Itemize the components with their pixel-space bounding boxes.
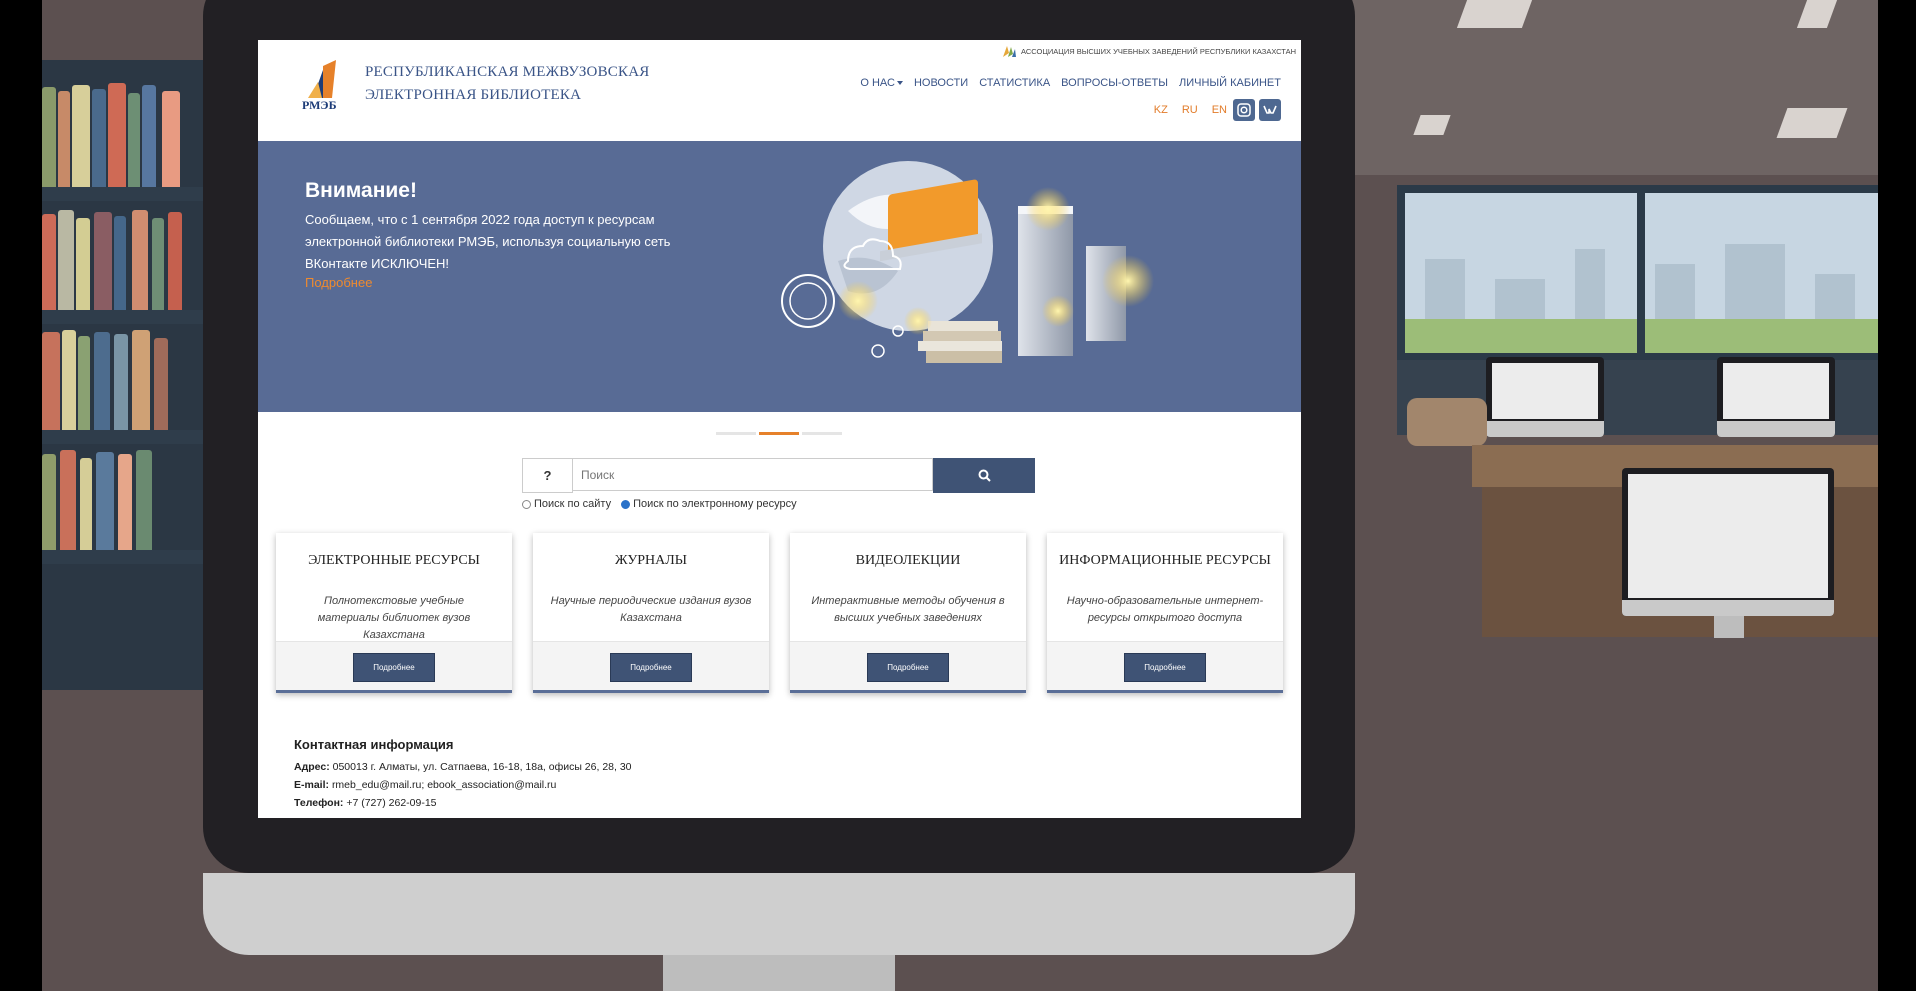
association-link[interactable]: АССОЦИАЦИЯ ВЫСШИХ УЧЕБНЫХ ЗАВЕДЕНИЙ РЕСП… [1001,44,1296,58]
background-monitor [1717,357,1835,437]
phone-label: Телефон: [294,797,344,809]
card-more-button[interactable]: Подробнее [353,653,435,682]
monitor-stand [1714,616,1744,638]
search-button[interactable] [933,458,1035,493]
nav-news[interactable]: НОВОСТИ [914,77,968,89]
card-title: ИНФОРМАЦИОННЫЕ РЕСУРСЫ [1059,553,1271,568]
radio-resource-label: Поиск по электронному ресурсу [633,498,797,510]
site-title-line1: РЕСПУБЛИКАНСКАЯ МЕЖВУЗОВСКАЯ [365,64,650,80]
background-monitor [1486,357,1604,437]
search-input[interactable] [572,458,933,491]
carousel-dot-2[interactable] [759,432,799,435]
card-desc: Полнотекстовые учебные материалы библиот… [317,595,471,641]
card-footer: Подробнее [276,641,512,690]
background-monitor [1622,468,1834,616]
imac-chin [203,873,1355,955]
email-value[interactable]: rmeb_edu@mail.ru; ebook_association@mail… [332,779,556,791]
contact-email: E-mail: rmeb_edu@mail.ru; ebook_associat… [294,776,632,794]
card-information-resources: ИНФОРМАЦИОННЫЕ РЕСУРСЫ Научно-образовате… [1047,533,1283,693]
shelf-board [42,310,207,324]
banner-text: Сообщаем, что с 1 сентября 2022 года дос… [305,212,671,271]
carousel-dot-1[interactable] [716,432,756,435]
search-icon [978,469,991,482]
rmeb-logo-icon[interactable] [308,60,338,98]
association-text: АССОЦИАЦИЯ ВЫСШИХ УЧЕБНЫХ ЗАВЕДЕНИЙ РЕСП… [1020,46,1296,56]
card-more-button[interactable]: Подробнее [1124,653,1206,682]
radio-selected-icon [621,499,631,509]
logo-abbr: РМЭБ [302,98,337,112]
card-title: ЖУРНАЛЫ [615,553,687,568]
site-header: РМЭБ РЕСПУБЛИКАНСКАЯ МЕЖВУЗОВСКАЯ ЭЛЕКТР… [258,40,1301,141]
card-desc: Интерактивные методы обучения в высших у… [811,595,1005,624]
window [1397,185,1878,360]
instagram-icon[interactable] [1233,99,1255,121]
nav-about-label: О НАС [860,77,895,89]
nav-about[interactable]: О НАС [860,77,903,89]
site-title[interactable]: РЕСПУБЛИКАНСКАЯ МЕЖВУЗОВСКАЯ ЭЛЕКТРОННАЯ… [365,61,665,107]
association-logo-icon [1002,46,1016,57]
resource-cards: ЭЛЕКТРОННЫЕ РЕСУРСЫ Полнотекстовые учебн… [276,533,1283,693]
language-switcher: KZ RU EN [1154,99,1281,121]
nav-stats[interactable]: СТАТИСТИКА [979,77,1050,89]
phone-value: +7 (727) 262-09-15 [346,797,437,809]
search-bar: ? [522,458,1035,493]
book-row [42,330,197,430]
banner-more-link[interactable]: Подробнее [305,275,372,290]
card-footer: Подробнее [790,641,1026,690]
email-label: E-mail: [294,779,330,791]
carousel-dot-3[interactable] [802,432,842,435]
radio-icon [522,499,531,509]
lang-kz[interactable]: KZ [1154,104,1168,116]
book-row [42,82,197,187]
search-help-button[interactable]: ? [522,458,573,493]
top-nav: О НАС НОВОСТИ СТАТИСТИКА ВОПРОСЫ-ОТВЕТЫ … [860,77,1281,89]
shelf-board [42,187,207,201]
contact-title: Контактная информация [294,737,454,752]
lang-ru[interactable]: RU [1182,104,1198,116]
card-journals: ЖУРНАЛЫ Научные периодические издания ву… [533,533,769,693]
card-more-button[interactable]: Подробнее [610,653,692,682]
card-desc: Научно-образовательные интернет-ресурсы … [1066,595,1264,624]
banner-title: Внимание! [305,179,417,202]
radio-search-resource[interactable]: Поиск по электронному ресурсу [621,498,797,510]
card-videolectures: ВИДЕОЛЕКЦИИ Интерактивные методы обучени… [790,533,1026,693]
card-footer: Подробнее [533,641,769,690]
chevron-down-icon [896,81,903,86]
contact-address: Адрес: 050013 г. Алматы, ул. Сатпаева, 1… [294,758,632,776]
shelf-board [42,550,207,564]
card-title: ЭЛЕКТРОННЫЕ РЕСУРСЫ [308,553,480,568]
chair [1407,398,1487,446]
book-row [42,450,197,550]
banner-illustration [781,161,1154,363]
nav-cabinet[interactable]: ЛИЧНЫЙ КАБИНЕТ [1179,77,1281,89]
address-value: 050013 г. Алматы, ул. Сатпаева, 16-18, 1… [332,761,632,773]
nav-faq[interactable]: ВОПРОСЫ-ОТВЕТЫ [1061,77,1168,89]
search-scope: Поиск по сайту Поиск по электронному рес… [522,498,797,510]
card-more-button[interactable]: Подробнее [867,653,949,682]
card-electronic-resources: ЭЛЕКТРОННЫЕ РЕСУРСЫ Полнотекстовые учебн… [276,533,512,693]
contact-info: Контактная информация Адрес: 050013 г. А… [294,737,632,812]
contact-phone: Телефон: +7 (727) 262-09-15 [294,794,632,812]
lang-en[interactable]: EN [1212,104,1227,116]
site-title-line2: ЭЛЕКТРОННАЯ БИБЛИОТЕКА [365,87,582,103]
address-label: Адрес: [294,761,330,773]
card-desc: Научные периодические издания вузов Каза… [550,595,752,624]
book-row [42,210,197,310]
vk-icon[interactable] [1259,99,1281,121]
website-screen: РМЭБ РЕСПУБЛИКАНСКАЯ МЕЖВУЗОВСКАЯ ЭЛЕКТР… [258,40,1301,818]
imac-stand [663,955,895,991]
radio-search-site[interactable]: Поиск по сайту [522,498,611,510]
card-title: ВИДЕОЛЕКЦИИ [855,553,961,568]
card-footer: Подробнее [1047,641,1283,690]
radio-site-label: Поиск по сайту [534,498,612,510]
shelf-board [42,430,207,444]
ceiling [1342,0,1878,175]
hero-banner: Внимание! Сообщаем, что с 1 сентября 202… [258,141,1301,412]
carousel-indicators [258,432,1301,436]
